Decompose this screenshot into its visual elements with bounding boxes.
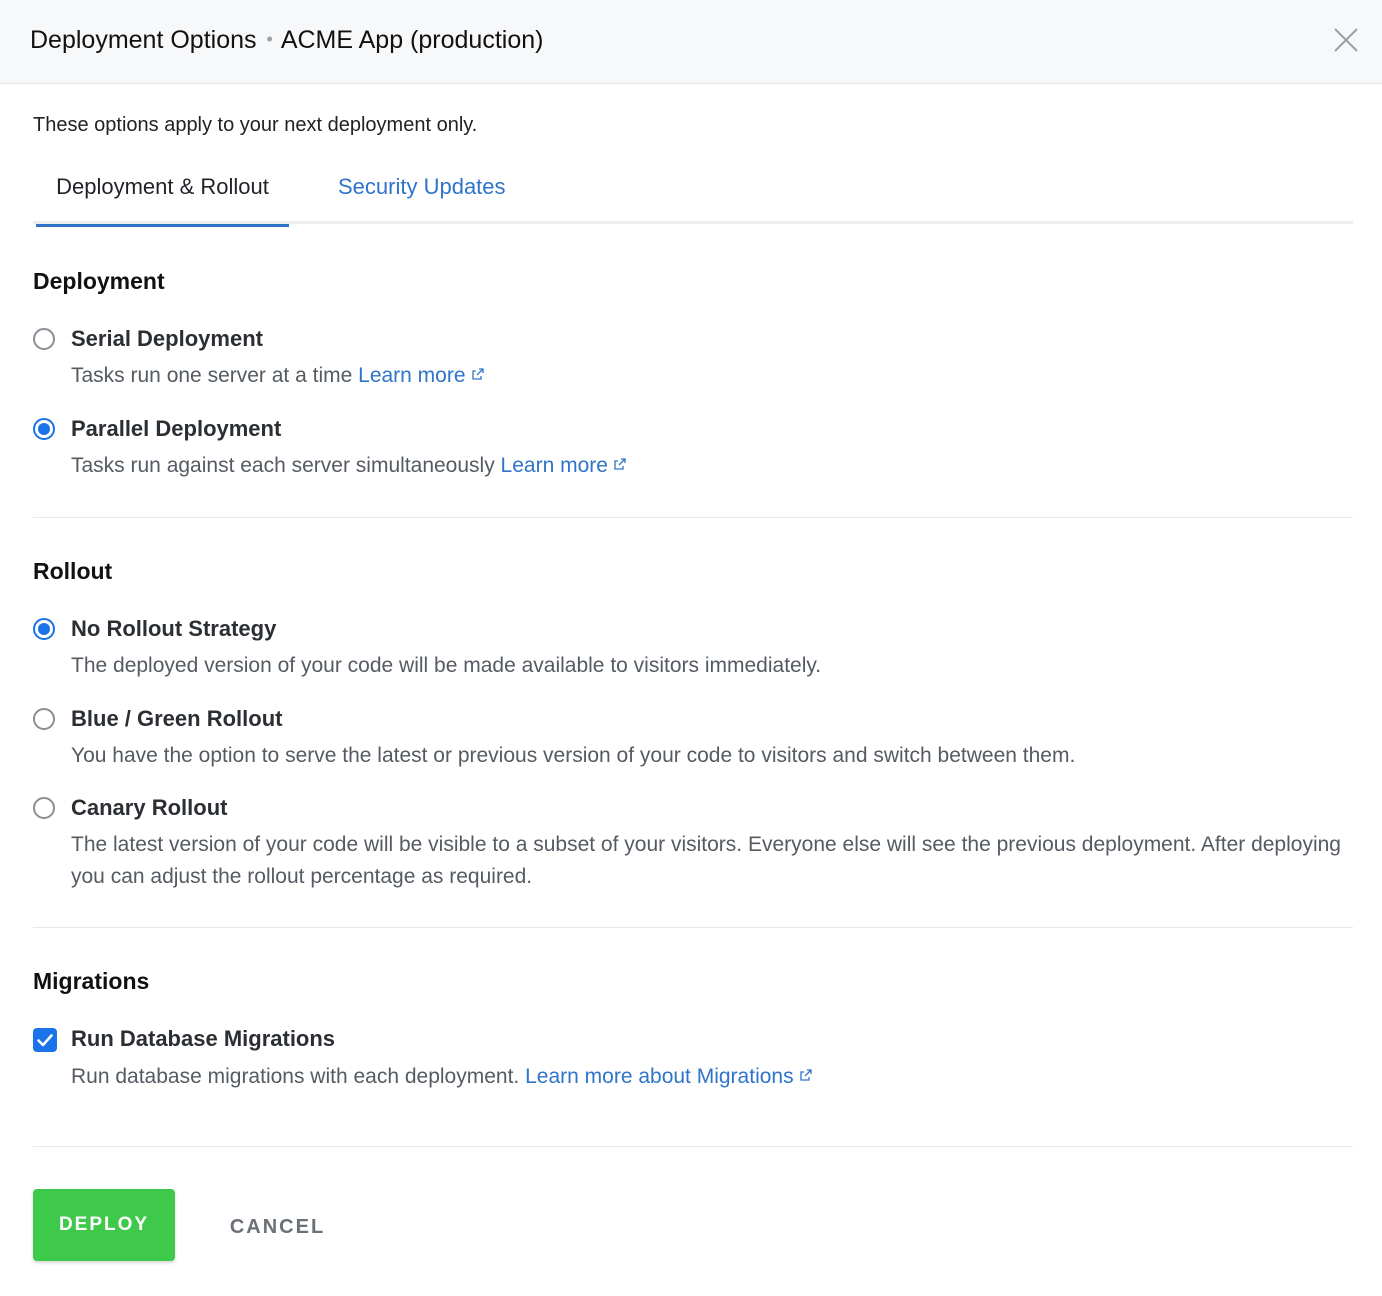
option-description: Run database migrations with each deploy… xyxy=(71,1061,1341,1093)
deployment-section-title: Deployment xyxy=(33,268,165,294)
section-divider xyxy=(33,517,1353,518)
serial-deployment-radio[interactable] xyxy=(33,328,55,350)
parallel-deployment-radio[interactable] xyxy=(33,418,55,440)
migrations-section-title: Migrations xyxy=(33,968,150,994)
option-description: Tasks run against each server simultaneo… xyxy=(71,450,1341,482)
option-label: No Rollout Strategy xyxy=(71,616,277,641)
modal-title: Deployment Options • ACME App (production) xyxy=(30,26,543,55)
external-link-icon xyxy=(799,1069,812,1081)
option-label: Blue / Green Rollout xyxy=(71,706,283,731)
learn-more-label: Learn more about Migrations xyxy=(525,1065,794,1088)
option-label: Run Database Migrations xyxy=(71,1026,336,1051)
deploy-button[interactable]: DEPLOY xyxy=(33,1189,175,1261)
option-parallel-deployment: Parallel Deployment Tasks run against ea… xyxy=(33,416,1353,486)
option-blue-green-rollout: Blue / Green Rollout You have the option… xyxy=(33,706,1353,776)
description-text: Run database migrations with each deploy… xyxy=(71,1065,520,1088)
learn-more-link[interactable]: Learn more xyxy=(501,454,627,477)
learn-more-label: Learn more xyxy=(500,454,608,477)
rollout-section-title: Rollout xyxy=(33,558,113,584)
description-text: Tasks run one server at a time xyxy=(71,364,353,387)
intro-text: These options apply to your next deploym… xyxy=(33,114,478,136)
option-label: Canary Rollout xyxy=(71,795,228,820)
checkmark-icon xyxy=(37,1034,53,1047)
title-separator: • xyxy=(266,29,273,49)
tab-deployment-rollout[interactable]: Deployment & Rollout xyxy=(36,158,289,227)
blue-green-rollout-radio[interactable] xyxy=(33,708,55,730)
title-text: Deployment Options xyxy=(30,26,257,54)
tab-bar: Deployment & Rollout Security Updates xyxy=(33,158,1353,227)
option-label: Serial Deployment xyxy=(71,326,263,351)
option-serial-deployment: Serial Deployment Tasks run one server a… xyxy=(33,326,1353,396)
close-icon xyxy=(1334,28,1358,52)
section-divider xyxy=(33,927,1353,928)
option-no-rollout: No Rollout Strategy The deployed version… xyxy=(33,616,1353,686)
learn-more-migrations-link[interactable]: Learn more about Migrations xyxy=(525,1065,812,1088)
option-canary-rollout: Canary Rollout The latest version of you… xyxy=(33,795,1353,895)
learn-more-link[interactable]: Learn more xyxy=(358,364,484,387)
option-description: The latest version of your code will be … xyxy=(71,833,1341,888)
option-description: Tasks run one server at a time Learn mor… xyxy=(71,360,1341,392)
close-button[interactable] xyxy=(1330,24,1362,56)
option-label: Parallel Deployment xyxy=(71,416,282,441)
canary-rollout-radio[interactable] xyxy=(33,797,55,819)
learn-more-label: Learn more xyxy=(358,364,466,387)
description-text: Tasks run against each server simultaneo… xyxy=(71,454,495,477)
cancel-button[interactable]: CANCEL xyxy=(210,1192,345,1262)
external-link-icon xyxy=(471,368,484,380)
modal-header: Deployment Options • ACME App (production) xyxy=(0,0,1382,84)
no-rollout-radio[interactable] xyxy=(33,618,55,640)
option-description: The deployed version of your code will b… xyxy=(71,654,822,677)
tab-security-updates[interactable]: Security Updates xyxy=(338,158,506,224)
option-description: You have the option to serve the latest … xyxy=(71,744,1076,767)
option-run-migrations: Run Database Migrations Run database mig… xyxy=(33,1026,1353,1096)
footer-divider xyxy=(33,1146,1353,1147)
app-name: ACME App (production) xyxy=(280,26,544,54)
run-migrations-checkbox[interactable] xyxy=(33,1028,57,1052)
external-link-icon xyxy=(614,458,626,470)
